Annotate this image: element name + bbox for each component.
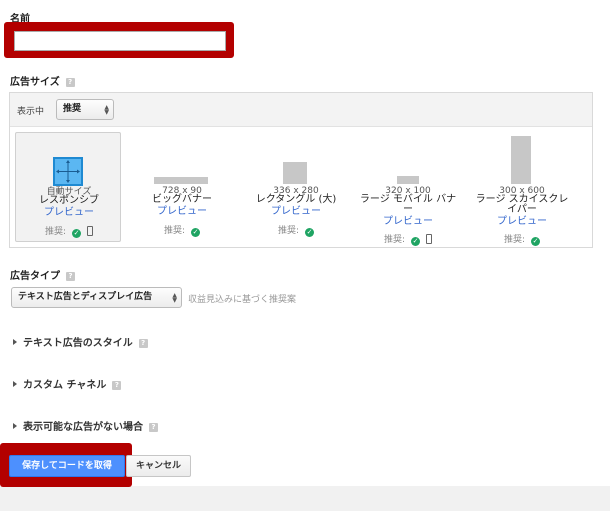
save-and-get-code-button[interactable]: 保存してコードを取得 xyxy=(9,455,125,477)
recommended-row: 推奨: ✓ xyxy=(16,224,122,238)
preview-link[interactable]: プレビュー xyxy=(469,217,575,227)
ad-size-preview-shape xyxy=(283,162,307,184)
ad-size-name-2: ー xyxy=(403,204,413,215)
recommended-label: 推奨: xyxy=(163,226,186,236)
footer-background xyxy=(0,486,610,511)
ad-type-label: 広告タイプ xyxy=(10,271,60,282)
text-ad-style-toggle[interactable]: テキスト広告のスタイル? xyxy=(13,334,148,349)
check-icon: ✓ xyxy=(191,228,201,237)
custom-channel-label: カスタム チャネル xyxy=(23,380,107,391)
recommended-label: 推奨: xyxy=(383,235,406,245)
help-icon[interactable]: ? xyxy=(112,381,122,390)
ad-size-heading: 広告サイズ? xyxy=(10,73,75,88)
custom-channel-toggle[interactable]: カスタム チャネル? xyxy=(13,376,122,391)
recommended-row: 推奨: ✓ xyxy=(469,232,575,246)
display-filter-select[interactable]: 推奨 ▲ ▼ xyxy=(56,99,114,120)
ad-size-card-300x600[interactable]: 300 x 600 ラージ スカイスクレ イパー プレビュー 推奨: ✓ xyxy=(469,132,575,246)
check-icon: ✓ xyxy=(411,237,421,246)
help-icon[interactable]: ? xyxy=(149,423,158,432)
check-icon: ✓ xyxy=(531,237,541,246)
preview-link[interactable]: プレビュー xyxy=(16,208,122,218)
ad-size-card-320x100[interactable]: 320 x 100 ラージ モバイル バナ ー プレビュー 推奨: ✓ xyxy=(355,132,461,246)
mobile-icon xyxy=(87,226,94,236)
ad-size-card-728x90[interactable]: 728 x 90 ビッグバナー プレビュー 推奨: ✓ xyxy=(129,132,235,242)
check-icon: ✓ xyxy=(305,228,315,237)
preview-link[interactable]: プレビュー xyxy=(355,217,461,227)
display-filter-label: 表示中 xyxy=(17,107,45,117)
caret-right-icon xyxy=(13,381,17,387)
ad-size-name: ビッグバナー xyxy=(152,194,212,205)
recommended-label: 推奨: xyxy=(44,227,67,237)
ad-size-toolbar: 表示中 推奨 ▲ ▼ xyxy=(10,93,592,127)
select-arrows-icon: ▲ ▼ xyxy=(104,103,109,116)
text-ad-style-label: テキスト広告のスタイル xyxy=(23,338,133,349)
help-icon[interactable]: ? xyxy=(65,78,75,87)
caret-right-icon xyxy=(13,423,17,429)
check-icon: ✓ xyxy=(72,229,82,238)
ad-size-card-responsive[interactable]: 自動サイズ レスポンシブ プレビュー 推奨: ✓ xyxy=(15,132,121,242)
cancel-button[interactable]: キャンセル xyxy=(126,455,191,477)
help-icon[interactable]: ? xyxy=(138,339,148,348)
responsive-size-icon xyxy=(53,157,83,186)
recommended-row: 推奨: ✓ xyxy=(129,223,235,237)
help-icon[interactable]: ? xyxy=(66,272,75,281)
recommended-row: 推奨: ✓ xyxy=(243,223,349,237)
ad-size-name-2: レスポンシブ xyxy=(39,195,99,206)
display-filter-value: 推奨 xyxy=(63,104,82,114)
ad-unit-form: 名前 広告サイズ? 表示中 推奨 ▲ ▼ 自動サイズ レスポンシブ プレビュー … xyxy=(0,0,610,486)
ad-size-panel: 表示中 推奨 ▲ ▼ 自動サイズ レスポンシブ プレビュー 推奨: ✓ 728 … xyxy=(9,92,593,248)
no-ads-toggle[interactable]: 表示可能な広告がない場合? xyxy=(13,418,158,433)
mobile-icon xyxy=(426,234,433,244)
preview-link[interactable]: プレビュー xyxy=(243,207,349,217)
ad-type-hint: 収益見込みに基づく推奨案 xyxy=(188,295,297,305)
ad-size-name-2: イパー xyxy=(507,204,537,215)
recommended-row: 推奨: ✓ xyxy=(355,232,461,246)
ad-type-value: テキスト広告とディスプレイ広告 xyxy=(18,292,153,302)
select-arrows-icon: ▲ ▼ xyxy=(172,291,177,304)
ad-type-heading: 広告タイプ? xyxy=(10,267,75,282)
ad-size-label: 広告サイズ xyxy=(10,77,60,88)
recommended-label: 推奨: xyxy=(503,235,526,245)
preview-link[interactable]: プレビュー xyxy=(129,207,235,217)
ad-size-preview-shape xyxy=(154,177,208,184)
ad-size-preview-shape xyxy=(397,176,419,184)
no-ads-label: 表示可能な広告がない場合 xyxy=(23,422,143,433)
ad-size-name: レクタングル (大) xyxy=(255,194,337,205)
ad-size-card-336x280[interactable]: 336 x 280 レクタングル (大) プレビュー 推奨: ✓ xyxy=(243,132,349,242)
ad-type-select[interactable]: テキスト広告とディスプレイ広告 ▲ ▼ xyxy=(11,287,182,308)
caret-right-icon xyxy=(13,339,17,345)
name-highlight-frame xyxy=(4,22,234,58)
recommended-label: 推奨: xyxy=(277,226,300,236)
name-input[interactable] xyxy=(14,31,226,51)
ad-size-preview-shape xyxy=(511,136,531,184)
